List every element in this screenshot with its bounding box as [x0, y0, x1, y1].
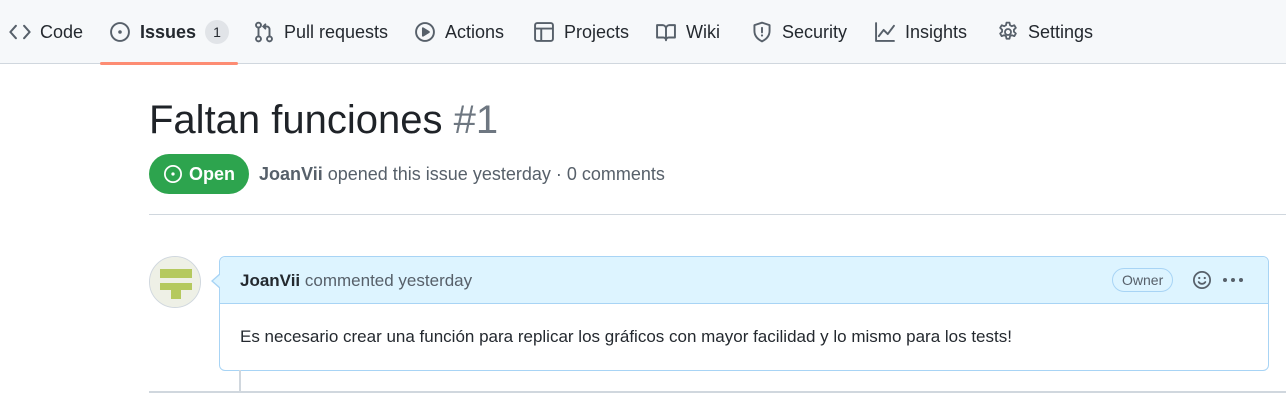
tab-code[interactable]: Code — [9, 0, 83, 64]
comment-body: Es necesario crear una función para repl… — [240, 327, 1012, 346]
gear-icon — [997, 21, 1019, 43]
code-icon — [9, 21, 31, 43]
issue-meta: JoanVii opened this issue yesterday · 0 … — [259, 164, 665, 185]
comment-timestamp[interactable]: commented yesterday — [305, 271, 472, 290]
tab-settings-label: Settings — [1028, 21, 1094, 42]
tab-projects-label: Projects — [564, 21, 630, 42]
tab-pull-requests[interactable]: Pull requests — [253, 0, 388, 64]
tab-wiki-label: Wiki — [686, 21, 720, 42]
comment-author-link[interactable]: JoanVii — [240, 271, 300, 290]
tab-issues-label: Issues — [140, 21, 197, 42]
issue-number: #1 — [453, 98, 499, 142]
repo-tab-nav: Code Issues 1 Pull requests Actions Proj… — [0, 0, 1286, 65]
git-pull-request-icon — [253, 21, 275, 43]
issue-state-badge: Open — [149, 154, 249, 194]
book-icon — [655, 21, 677, 43]
timeline-line — [239, 370, 241, 392]
graph-icon — [874, 21, 896, 43]
tab-security[interactable]: Security — [751, 0, 847, 64]
issue-state-label: Open — [188, 163, 235, 184]
issue-title-text: Faltan funciones — [149, 98, 443, 142]
kebab-horizontal-icon[interactable] — [1220, 269, 1246, 291]
comment-header: JoanVii commented yesterday Owner — [220, 257, 1268, 304]
tab-security-label: Security — [782, 21, 848, 42]
issue-title: Faltan funciones #1 — [149, 98, 498, 143]
tab-code-label: Code — [40, 21, 84, 42]
issue-opened-icon — [163, 164, 183, 184]
tab-projects[interactable]: Projects — [533, 0, 629, 64]
smiley-icon[interactable] — [1192, 270, 1212, 290]
tab-insights[interactable]: Insights — [874, 0, 967, 64]
tab-pull-requests-label: Pull requests — [284, 21, 389, 42]
issue-author-link[interactable]: JoanVii — [259, 164, 323, 184]
tab-settings[interactable]: Settings — [997, 0, 1093, 64]
header-divider — [149, 214, 1286, 215]
identicon-image — [150, 257, 200, 307]
play-icon — [414, 21, 436, 43]
comment-box: JoanVii commented yesterday Owner Es nec… — [211, 256, 1269, 371]
comment-author-line: JoanVii commented yesterday — [240, 271, 472, 291]
owner-badge: Owner — [1112, 268, 1174, 292]
issue-opened-icon — [109, 21, 131, 43]
tab-insights-label: Insights — [905, 21, 968, 42]
tab-wiki[interactable]: Wiki — [655, 0, 720, 64]
issue-meta-text: opened this issue yesterday · 0 comments — [327, 164, 665, 184]
shield-icon — [751, 21, 773, 43]
tab-actions[interactable]: Actions — [414, 0, 504, 64]
timeline-divider — [149, 391, 1286, 393]
avatar[interactable] — [149, 256, 201, 308]
table-icon — [533, 21, 555, 43]
issues-counter: 1 — [205, 20, 230, 44]
tab-issues[interactable]: Issues 1 — [99, 0, 239, 65]
tab-actions-label: Actions — [445, 21, 505, 42]
